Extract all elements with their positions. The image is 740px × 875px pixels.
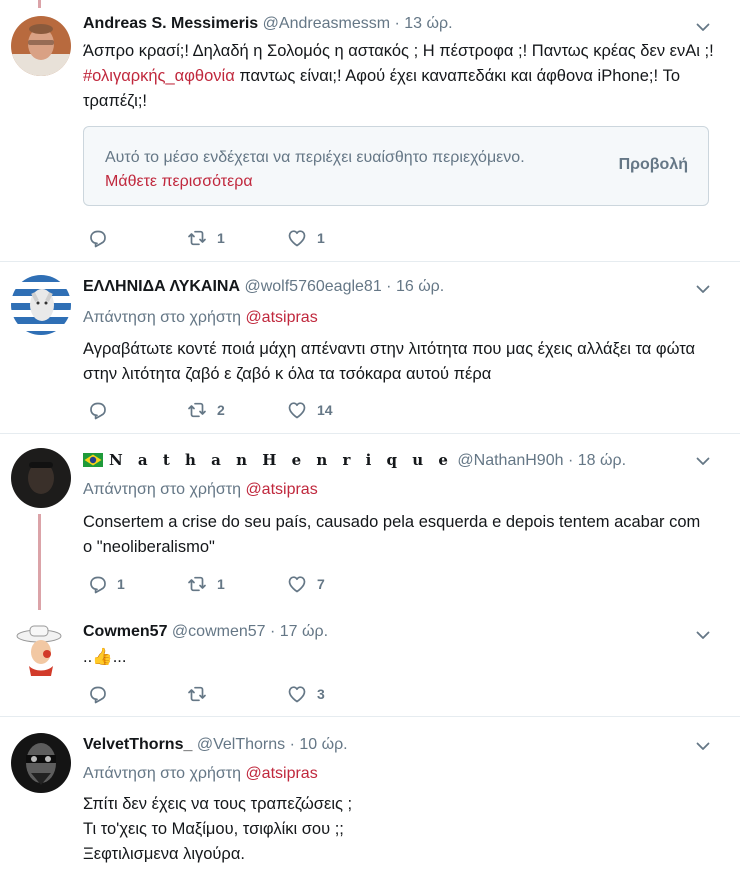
avatar[interactable] (11, 620, 71, 680)
like-count: 7 (317, 576, 325, 592)
author-handle[interactable]: @VelThorns (197, 736, 285, 753)
reply-label: Απάντηση στο χρήστη (83, 309, 241, 326)
tweet-text-line: Ξεφτιλισμενα λιγούρα. (83, 845, 245, 863)
retweet-button[interactable]: 2 (187, 400, 225, 420)
retweet-count: 2 (217, 402, 225, 418)
timestamp[interactable]: · 13 ώρ. (395, 15, 453, 32)
author-handle[interactable]: @wolf5760eagle81 (244, 278, 381, 295)
reply-icon (90, 686, 106, 704)
like-count: 3 (317, 686, 325, 702)
reply-context: Απάντηση στο χρήστη @atsipras (83, 480, 318, 500)
avatar[interactable] (11, 16, 71, 76)
mention-link[interactable]: @atsipras (245, 309, 317, 326)
tweet-header: Andreas S. Messimeris @Andreasmessm · 13… (83, 14, 453, 34)
like-count: 1 (317, 230, 325, 246)
like-button[interactable]: 7 (287, 574, 325, 594)
chevron-down-icon[interactable] (696, 454, 710, 468)
retweet-button[interactable]: 1 (187, 574, 225, 594)
heart-icon (288, 576, 306, 593)
like-count: 14 (317, 402, 333, 418)
like-button[interactable]: 1 (287, 228, 325, 248)
reply-button[interactable] (87, 684, 117, 704)
tweet[interactable]: VelvetThorns_ @VelThorns · 10 ώρ. Απάντη… (0, 717, 740, 875)
avatar[interactable] (11, 275, 71, 335)
tweet-text: Αγραβάτωτε κοντέ ποιά μάχη απέναντι στην… (83, 340, 696, 383)
reply-button[interactable]: 1 (87, 574, 125, 594)
chevron-down-icon[interactable] (696, 739, 710, 753)
author-name[interactable]: N a t h a n H e n r i q u e (109, 451, 453, 469)
tweet[interactable]: Andreas S. Messimeris @Andreasmessm · 13… (0, 0, 740, 262)
tweet-header: VelvetThorns_ @VelThorns · 10 ώρ. (83, 735, 348, 755)
chevron-down-icon[interactable] (696, 628, 710, 642)
reply-label: Απάντηση στο χρήστη (83, 481, 241, 498)
author-name[interactable]: Cowmen57 (83, 623, 167, 640)
brazil-flag-icon (83, 453, 103, 467)
author-handle[interactable]: @NathanH90h (457, 452, 563, 469)
tweet-text: ..👍... (83, 648, 127, 666)
reply-context: Απάντηση στο χρήστη @atsipras (83, 764, 318, 784)
like-button[interactable]: 3 (287, 684, 325, 704)
sensitive-media-warning: Αυτό το μέσο ενδέχεται να περιέχει ευαίσ… (83, 126, 709, 206)
mention-link[interactable]: @atsipras (245, 765, 317, 782)
tweet-header: ΕΛΛΗΝΙΔΑ ΛΥΚΑΙΝΑ @wolf5760eagle81 · 16 ώ… (83, 277, 444, 297)
reply-label: Απάντηση στο χρήστη (83, 765, 241, 782)
reply-icon (90, 576, 106, 594)
tweet[interactable]: N a t h a n H e n r i q u e @NathanH90h … (0, 434, 740, 610)
sensitive-warning-text: Αυτό το μέσο ενδέχεται να περιέχει ευαίσ… (105, 149, 525, 166)
reply-button[interactable] (87, 400, 117, 420)
tweet-text-line: Τι το'χεις το Μαξίμου, τσιφλίκι σου ;; (83, 820, 344, 838)
tweet-text: Σπίτι δεν έχεις να τους τραπεζώσεις ; Τι… (83, 792, 723, 867)
tweet-header: Cowmen57 @cowmen57 · 17 ώρ. (83, 622, 328, 642)
tweet-text-part: Άσπρο κρασί;! Δηλαδή η Σολομός η αστακός… (83, 42, 714, 60)
reply-count: 1 (117, 576, 125, 592)
view-media-button[interactable]: Προβολή (619, 156, 688, 174)
mention-link[interactable]: @atsipras (245, 481, 317, 498)
learn-more-link[interactable]: Μάθετε περισσότερα (105, 170, 253, 193)
tweet-header: N a t h a n H e n r i q u e @NathanH90h … (83, 450, 626, 471)
tweet-text: Άσπρο κρασί;! Δηλαδή η Σολομός η αστακός… (83, 39, 723, 114)
retweet-button[interactable] (187, 684, 217, 704)
author-name[interactable]: ΕΛΛΗΝΙΔΑ ΛΥΚΑΙΝΑ (83, 278, 240, 295)
heart-icon (288, 402, 306, 419)
timestamp[interactable]: · 17 ώρ. (270, 623, 328, 640)
tweet-text: Consertem a crise do seu país, causado p… (83, 513, 701, 556)
timestamp[interactable]: · 16 ώρ. (386, 278, 444, 295)
reply-icon (90, 230, 106, 248)
author-handle[interactable]: @cowmen57 (172, 623, 266, 640)
thread-line (38, 0, 41, 8)
hashtag-link[interactable]: #ολιγαρκής_αφθονία (83, 67, 235, 85)
timestamp[interactable]: · 10 ώρ. (290, 736, 348, 753)
reply-icon (90, 402, 106, 420)
chevron-down-icon[interactable] (696, 20, 710, 34)
retweet-icon (188, 402, 206, 418)
retweet-count: 1 (217, 576, 225, 592)
retweet-count: 1 (217, 230, 225, 246)
chevron-down-icon[interactable] (696, 282, 710, 296)
like-button[interactable]: 14 (287, 400, 333, 420)
reply-context: Απάντηση στο χρήστη @atsipras (83, 308, 318, 328)
author-name[interactable]: VelvetThorns_ (83, 736, 192, 753)
tweet[interactable]: ΕΛΛΗΝΙΔΑ ΛΥΚΑΙΝΑ @wolf5760eagle81 · 16 ώ… (0, 262, 740, 434)
avatar[interactable] (11, 448, 71, 508)
timestamp[interactable]: · 18 ώρ. (568, 452, 626, 469)
author-handle[interactable]: @Andreasmessm (263, 15, 390, 32)
retweet-button[interactable]: 1 (187, 228, 225, 248)
heart-icon (288, 686, 306, 703)
author-name[interactable]: Andreas S. Messimeris (83, 15, 258, 32)
tweet[interactable]: Cowmen57 @cowmen57 · 17 ώρ. ..👍... 3 (0, 610, 740, 717)
thread-line (38, 514, 41, 610)
reply-button[interactable] (87, 228, 117, 248)
avatar[interactable] (11, 733, 71, 793)
retweet-icon (188, 576, 206, 592)
tweet-text-line: Σπίτι δεν έχεις να τους τραπεζώσεις ; (83, 795, 353, 813)
retweet-icon (188, 686, 206, 702)
heart-icon (288, 230, 306, 247)
retweet-icon (188, 230, 206, 246)
